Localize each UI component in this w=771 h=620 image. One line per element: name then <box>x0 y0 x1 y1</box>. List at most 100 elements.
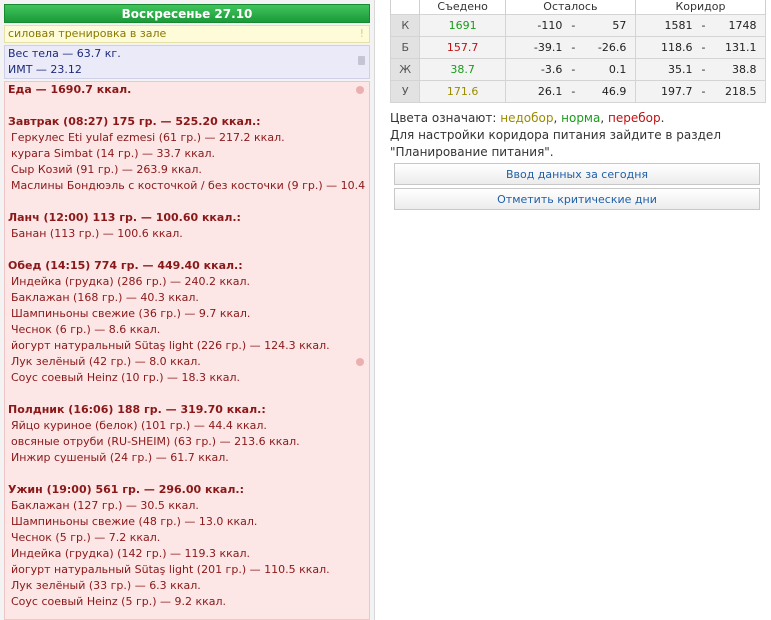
legend-norm: норма <box>561 111 601 125</box>
left-range: -3.6- 0.1 <box>504 58 636 81</box>
target-range: 197.7- 218.5 <box>634 80 767 103</box>
nutrition-table: Съедено Осталось Коридор К 1691 -110-57 158… <box>389 0 767 103</box>
day-title[interactable]: Воскресенье 27.10 <box>4 4 370 23</box>
food-item: Яйцо куриное (белок) (101 гр.) — 44.4 кк… <box>11 419 267 432</box>
food-item: Инжир сушеный (24 гр.) — 61.7 ккал. <box>11 451 229 464</box>
exclamation-icon: ! <box>359 27 364 40</box>
weight-value: Вес тела — 63.7 кг. <box>8 47 121 60</box>
range-min: 197.7 <box>660 85 693 98</box>
range-min: 1581 <box>664 19 693 32</box>
settings-note: Для настройки коридора питания зайдите в… <box>390 127 766 161</box>
meal-header[interactable]: Ланч (12:00) 113 гр. — 100.60 ккал.: <box>8 210 369 226</box>
table-row: У 171.6 26.1-46.9 197.7-218.5 <box>389 80 767 103</box>
range-dash: - <box>701 19 706 32</box>
eaten-value: 1691 <box>419 14 506 37</box>
critical-days-button[interactable]: Отметить критические дни <box>394 188 760 210</box>
food-item: Соус соевый Heinz (5 гр.) — 9.2 ккал. <box>11 595 227 608</box>
nutrient-label: Ж <box>389 58 421 81</box>
eaten-value: 38.7 <box>419 58 506 81</box>
food-item: Шампиньоны свежие (48 гр.) — 13.0 ккал. <box>11 515 258 528</box>
food-log[interactable]: Еда — 1690.7 ккал. Завтрак (08:27) 175 г… <box>4 81 370 620</box>
header-range: Коридор <box>634 0 767 15</box>
range-dash: - <box>571 41 576 54</box>
food-item: йогурт натуральный Sütaş light (201 гр.)… <box>11 563 330 576</box>
food-item: Лук зелёный (42 гр.) — 8.0 ккал. <box>11 355 201 368</box>
food-item: Чеснок (5 гр.) — 7.2 ккал. <box>11 531 161 544</box>
target-range: 35.1- 38.8 <box>634 58 767 81</box>
meal-header[interactable]: Полдник (16:06) 188 гр. — 319.70 ккал.: <box>8 402 369 418</box>
range-max: 218.5 <box>724 85 757 98</box>
note-line: "Планирование питания". <box>390 145 554 159</box>
target-range: 118.6- 131.1 <box>634 36 767 59</box>
left-min: -39.1 <box>533 41 563 54</box>
body-metrics[interactable]: Вес тела — 63.7 кг. ИМТ — 23.12 <box>4 45 370 79</box>
meal-header[interactable]: Ужин (19:00) 561 гр. — 296.00 ккал.: <box>8 482 369 498</box>
left-max: 0.1 <box>608 63 627 76</box>
apple-icon <box>356 86 364 94</box>
legend-sep: , <box>600 111 608 125</box>
enter-today-button[interactable]: Ввод данных за сегодня <box>394 163 760 185</box>
target-range: 1581- 1748 <box>634 14 767 37</box>
left-min: -110 <box>537 19 563 32</box>
range-max: 1748 <box>728 19 757 32</box>
food-item: Чеснок (6 гр.) — 8.6 ккал. <box>11 323 161 336</box>
activity-note[interactable]: силовая тренировка в зале ! <box>4 25 370 43</box>
color-legend: Цвета означают: недобор, норма, перебор. <box>390 109 766 127</box>
table-corner <box>389 0 421 15</box>
legend-under: недобор <box>500 111 554 125</box>
left-min: -3.6 <box>540 63 563 76</box>
range-dash: - <box>571 85 576 98</box>
food-item: Маслины Бондюэль с косточкой / без косто… <box>11 179 370 192</box>
meal-header[interactable]: Обед (14:15) 774 гр. — 449.40 ккал.: <box>8 258 369 274</box>
range-min: 118.6 <box>660 41 693 54</box>
table-row: К 1691 -110-57 1581-1748 <box>389 14 767 37</box>
summary-column: Съедено Осталось Коридор К 1691 -110-57 158… <box>389 0 767 210</box>
meal-header[interactable]: Завтрак (08:27) 175 гр. — 525.20 ккал.: <box>8 114 369 130</box>
nutrient-label: К <box>389 14 421 37</box>
bmi-value: ИМТ — 23.12 <box>8 63 82 76</box>
range-max: 131.1 <box>724 41 757 54</box>
eaten-value: 157.7 <box>419 36 506 59</box>
food-item: Соус соевый Heinz (10 гр.) — 18.3 ккал. <box>11 371 241 384</box>
food-item: Лук зелёный (33 гр.) — 6.3 ккал. <box>11 579 201 592</box>
table-row: Ж 38.7 -3.6-0.1 35.1-38.8 <box>389 58 767 81</box>
left-range: -39.1- -26.6 <box>504 36 636 59</box>
legend-end: . <box>660 111 665 125</box>
left-max: -26.6 <box>597 41 627 54</box>
range-dash: - <box>701 85 706 98</box>
range-max: 38.8 <box>731 63 757 76</box>
nutrient-label: У <box>389 80 421 103</box>
activity-text: силовая тренировка в зале <box>8 27 167 40</box>
range-dash: - <box>701 41 706 54</box>
left-max: 57 <box>612 19 627 32</box>
food-item: Геркулес Eti yulaf ezmesi (61 гр.) — 217… <box>11 131 285 144</box>
range-dash: - <box>701 63 706 76</box>
diary-column: Воскресенье 27.10 силовая тренировка в з… <box>0 0 375 620</box>
header-eaten: Съедено <box>419 0 506 15</box>
left-range: 26.1- 46.9 <box>504 80 636 103</box>
eaten-value: 171.6 <box>419 80 506 103</box>
food-total: Еда — 1690.7 ккал. <box>8 83 132 96</box>
legend-prefix: Цвета означают: <box>390 111 501 125</box>
legend-sep: , <box>553 111 562 125</box>
left-max: 46.9 <box>601 85 627 98</box>
food-item: Шампиньоны свежие (36 гр.) — 9.7 ккал. <box>11 307 251 320</box>
legend-over: перебор <box>607 111 661 125</box>
range-dash: - <box>571 19 576 32</box>
food-item: Сыр Козий (91 гр.) — 263.9 ккал. <box>11 163 202 176</box>
left-range: -110- 57 <box>504 14 636 37</box>
food-item: Баклажан (168 гр.) — 40.3 ккал. <box>11 291 199 304</box>
scale-icon <box>358 56 365 65</box>
food-item: Банан (113 гр.) — 100.6 ккал. <box>11 227 183 240</box>
food-item: курага Simbat (14 гр.) — 33.7 ккал. <box>11 147 216 160</box>
header-left: Осталось <box>504 0 636 15</box>
food-item: Баклажан (127 гр.) — 30.5 ккал. <box>11 499 199 512</box>
food-item: Индейка (грудка) (286 гр.) — 240.2 ккал. <box>11 275 251 288</box>
nutrient-label: Б <box>389 36 421 59</box>
food-item: Индейка (грудка) (142 гр.) — 119.3 ккал. <box>11 547 251 560</box>
